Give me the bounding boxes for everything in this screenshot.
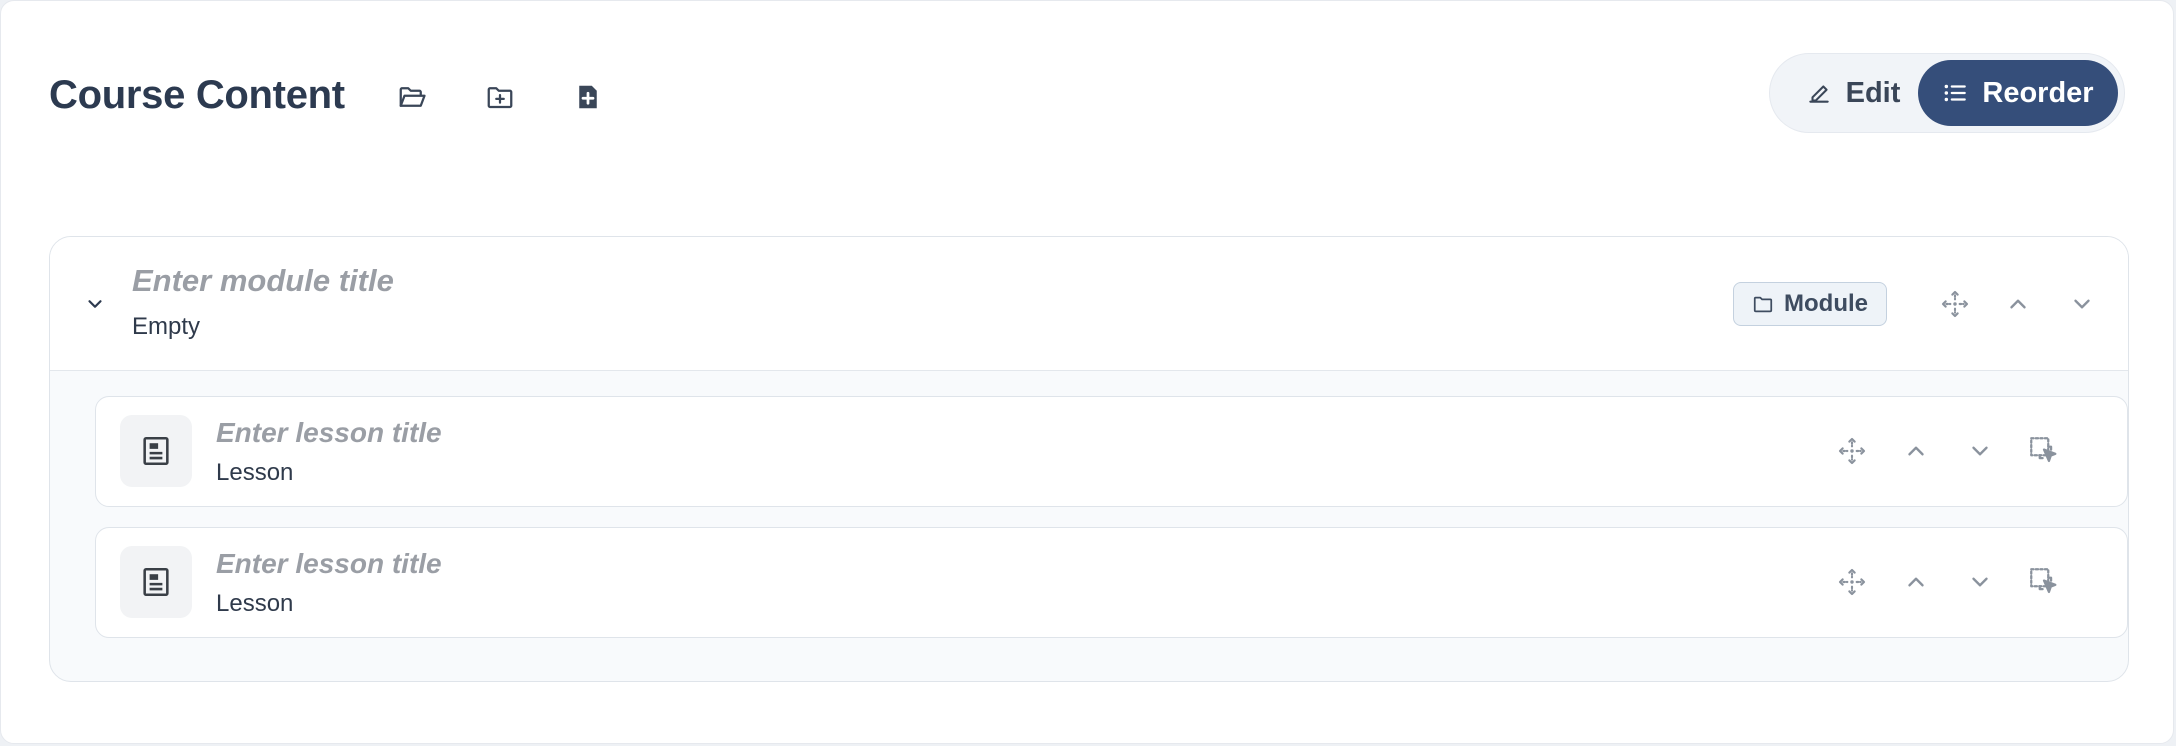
edit-mode-button[interactable]: Edit (1778, 60, 1928, 126)
mode-toggle: Edit Reorder (1769, 53, 2125, 133)
move-up-icon[interactable] (1894, 429, 1938, 473)
module-status: Empty (132, 313, 201, 340)
module-card: Enter module title Empty Module Enter le… (49, 236, 2129, 682)
page-title: Course Content (49, 73, 345, 117)
lesson-type: Lesson (216, 459, 294, 486)
lesson-title-input[interactable]: Enter lesson title (216, 417, 442, 449)
document-icon (143, 436, 169, 466)
pencil-icon (1808, 85, 1829, 103)
folder-icon (1753, 296, 1773, 313)
move-to-module-icon[interactable] (2022, 429, 2066, 473)
move-icon[interactable] (1830, 560, 1874, 604)
lesson-icon-box (120, 415, 192, 487)
move-up-icon[interactable] (1996, 282, 2040, 326)
collapse-chevron-icon[interactable] (80, 289, 110, 319)
list-icon (1944, 84, 1967, 102)
move-down-icon[interactable] (2060, 282, 2104, 326)
edit-mode-label: Edit (1845, 76, 1901, 109)
reorder-mode-button[interactable]: Reorder (1918, 60, 2118, 126)
document-icon (143, 567, 169, 597)
move-up-icon[interactable] (1894, 560, 1938, 604)
folder-open-icon[interactable] (394, 79, 430, 115)
lesson-row: Enter lesson title Lesson (95, 527, 2128, 638)
file-plus-icon[interactable] (570, 79, 606, 115)
move-down-icon[interactable] (1958, 560, 2002, 604)
header: Course Content Edit Reorder (49, 53, 2125, 133)
move-to-module-icon[interactable] (2022, 560, 2066, 604)
lesson-row: Enter lesson title Lesson (95, 396, 2128, 507)
app-window: Course Content Edit Reorder Enter module… (0, 0, 2174, 744)
move-icon[interactable] (1830, 429, 1874, 473)
lesson-type: Lesson (216, 590, 294, 617)
module-title-input[interactable]: Enter module title (132, 263, 394, 299)
module-header: Enter module title Empty Module (50, 237, 2128, 371)
module-badge: Module (1733, 282, 1887, 326)
move-down-icon[interactable] (1958, 429, 2002, 473)
lesson-icon-box (120, 546, 192, 618)
module-badge-label: Module (1784, 290, 1868, 317)
reorder-mode-label: Reorder (1982, 76, 2094, 109)
move-icon[interactable] (1933, 282, 1977, 326)
lesson-title-input[interactable]: Enter lesson title (216, 548, 442, 580)
folder-plus-icon[interactable] (482, 79, 518, 115)
